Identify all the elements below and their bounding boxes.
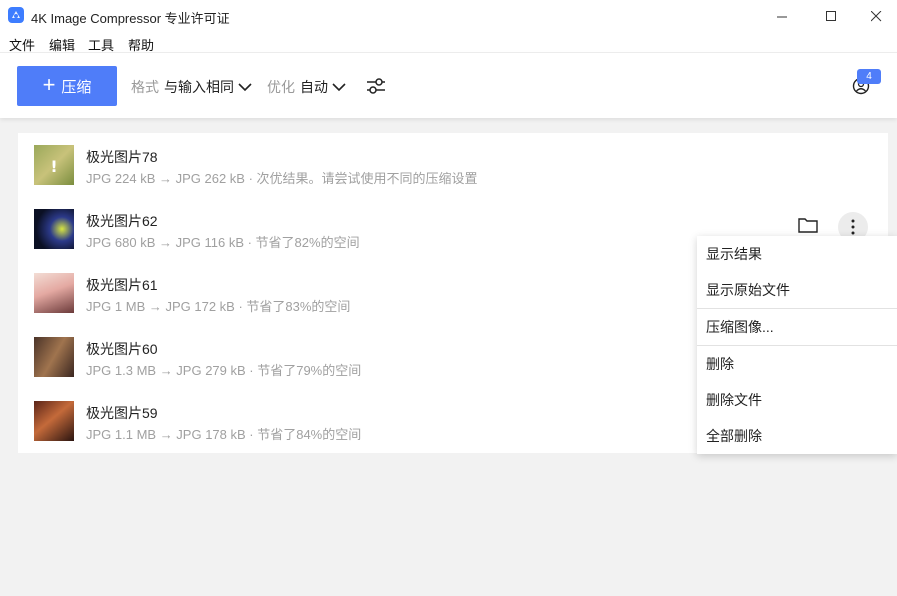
window-title: 4K Image Compressor 专业许可证 [31, 11, 230, 26]
item-title: 极光图片60 [86, 341, 158, 357]
optimize-value: 自动 [300, 79, 328, 95]
item-title: 极光图片61 [86, 277, 158, 293]
item-subtitle: JPG 680 kB → JPG 116 kB · 节省了82%的空间 [86, 235, 360, 250]
minimize-button[interactable] [759, 0, 805, 32]
warning-exclamation-icon: ! [50, 157, 57, 176]
menu-show-original-file[interactable]: 显示原始文件 [697, 272, 897, 308]
format-value: 与输入相同 [164, 79, 234, 95]
image-thumbnail [34, 273, 74, 313]
menu-delete[interactable]: 删除 [697, 346, 897, 382]
close-button[interactable] [853, 0, 897, 32]
compress-label: 压缩 [61, 78, 92, 96]
maximize-button[interactable] [808, 0, 854, 32]
menu-show-result[interactable]: 显示结果 [697, 236, 897, 272]
title-bar: 4K Image Compressor 专业许可证 [0, 0, 897, 32]
image-thumbnail: ! [34, 145, 74, 185]
account-badge: 4 [857, 69, 881, 84]
optimize-dropdown[interactable]: 优化 自动 [267, 77, 346, 97]
item-subtitle: JPG 1 MB → JPG 172 kB · 节省了83%的空间 [86, 299, 351, 314]
compress-button[interactable]: + 压缩 [17, 66, 117, 106]
sliders-settings-icon[interactable] [365, 74, 387, 98]
format-dropdown[interactable]: 格式 与输入相同 [131, 77, 252, 97]
image-thumbnail [34, 337, 74, 377]
chevron-down-icon [238, 83, 252, 92]
plus-icon: + [42, 72, 56, 97]
item-subtitle: JPG 1.1 MB → JPG 178 kB · 节省了84%的空间 [86, 427, 362, 442]
item-title: 极光图片78 [86, 149, 158, 165]
app-logo-icon [8, 7, 24, 23]
item-subtitle: JPG 224 kB → JPG 262 kB · 次优结果。请尝试使用不同的压… [86, 171, 478, 186]
list-item[interactable]: ! 极光图片78 JPG 224 kB → JPG 262 kB · 次优结果。… [18, 133, 888, 197]
item-title: 极光图片62 [86, 213, 158, 229]
more-vertical-icon [851, 219, 855, 235]
optimize-key: 优化 [267, 79, 295, 95]
menu-compress-image[interactable]: 压缩图像... [697, 309, 897, 345]
chevron-down-icon [332, 83, 346, 92]
folder-icon[interactable] [798, 217, 818, 233]
item-title: 极光图片59 [86, 405, 158, 421]
menu-delete-file[interactable]: 删除文件 [697, 382, 897, 418]
image-thumbnail [34, 209, 74, 249]
item-subtitle: JPG 1.3 MB → JPG 279 kB · 节省了79%的空间 [86, 363, 362, 378]
svg-text:!: ! [50, 157, 57, 176]
format-key: 格式 [131, 79, 159, 95]
image-thumbnail [34, 401, 74, 441]
menu-bar: 文件 编辑 工具 帮助 [0, 32, 897, 53]
menu-delete-all[interactable]: 全部删除 [697, 418, 897, 454]
toolbar: + 压缩 格式 与输入相同 优化 自动 4 [0, 52, 897, 118]
context-menu: 显示结果 显示原始文件 压缩图像... 删除 删除文件 全部删除 [697, 236, 897, 454]
